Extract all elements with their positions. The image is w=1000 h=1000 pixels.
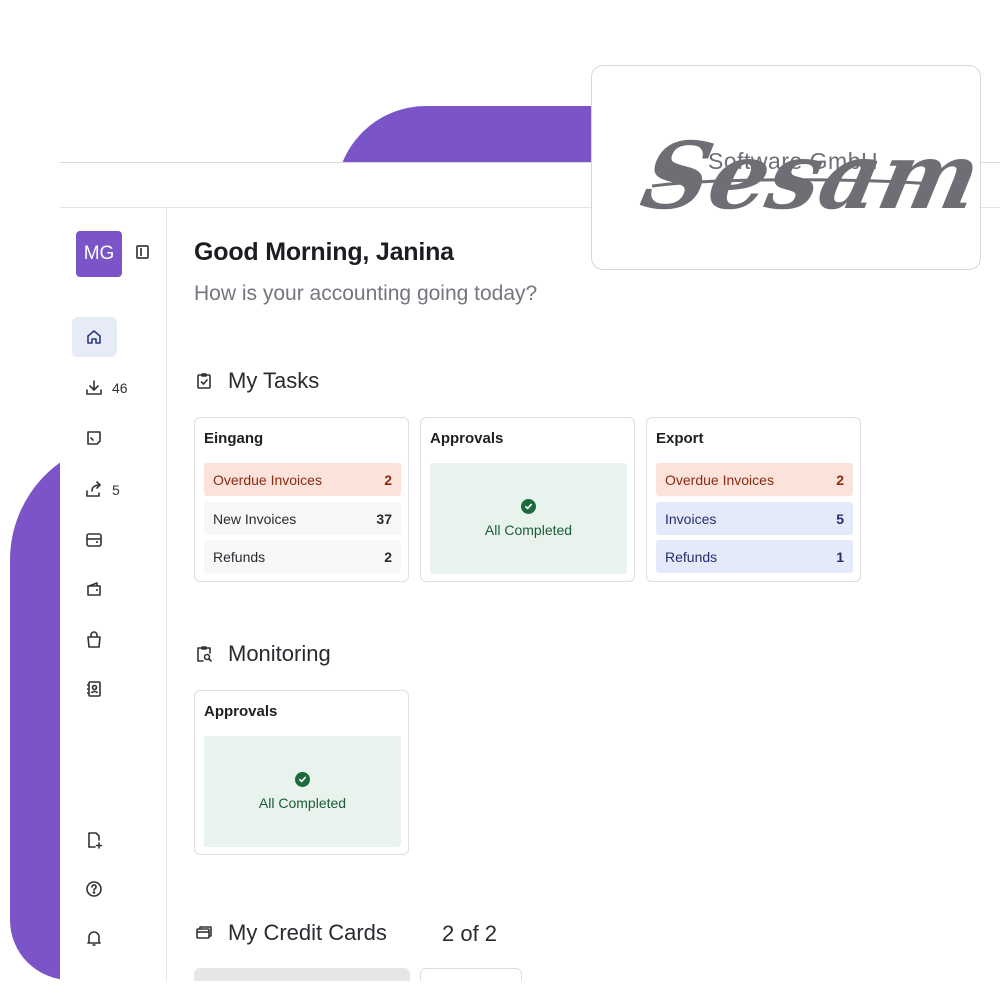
sidebar-item-export[interactable]: 5 — [72, 470, 144, 510]
row-label: Invoices — [665, 510, 717, 527]
row-label: Overdue Invoices — [665, 471, 774, 488]
sidebar-item-shopping[interactable] — [72, 620, 144, 660]
sidebar: MG 46 5 — [60, 208, 167, 981]
avatar[interactable]: MG — [76, 231, 122, 277]
main-content: Good Morning, Janina How is your account… — [194, 208, 1000, 981]
task-card-eingang[interactable]: Eingang Overdue Invoices 2 New Invoices … — [194, 417, 409, 582]
monitoring-card-approvals[interactable]: Approvals All Completed — [194, 690, 409, 855]
task-card-export[interactable]: Export Overdue Invoices 2 Invoices 5 Ref… — [646, 417, 861, 582]
completed-status: All Completed — [430, 463, 627, 574]
export-icon — [86, 481, 101, 497]
cards-stack-icon — [196, 926, 212, 939]
sidebar-item-add-document[interactable] — [72, 820, 144, 860]
status-text: All Completed — [484, 522, 573, 538]
section-title: My Tasks — [228, 368, 320, 393]
task-row-refunds[interactable]: Refunds 1 — [656, 540, 853, 573]
logo-word: Sesam — [633, 122, 982, 230]
shopping-bag-icon — [87, 631, 101, 648]
app-window: MG 46 5 Good Morning, Janina How is your… — [60, 162, 1000, 981]
help-icon — [86, 881, 102, 897]
status-text: All Completed — [258, 795, 347, 811]
task-row-invoices[interactable]: Invoices 5 — [656, 502, 853, 535]
task-row-refunds[interactable]: Refunds 2 — [204, 540, 401, 573]
sidebar-item-approvals[interactable] — [72, 418, 144, 458]
row-count: 5 — [836, 510, 844, 527]
credit-card-preview[interactable] — [420, 968, 522, 981]
clipboard-check-icon — [197, 373, 211, 389]
sidebar-item-help[interactable] — [72, 869, 144, 909]
page-subtitle: How is your accounting going today? — [194, 282, 538, 305]
sidebar-item-home[interactable] — [72, 317, 117, 357]
add-document-icon — [88, 832, 103, 849]
sidebar-item-notifications[interactable] — [72, 918, 144, 958]
approval-icon — [87, 431, 101, 445]
purse-icon — [87, 582, 101, 596]
inbox-download-icon — [86, 380, 102, 395]
sidebar-item-wallet[interactable] — [72, 520, 144, 560]
section-title: Monitoring — [228, 641, 331, 666]
row-label: New Invoices — [213, 510, 297, 527]
company-name: Software GmbH — [708, 148, 879, 174]
wallet-icon — [86, 533, 102, 547]
row-label: Refunds — [213, 548, 266, 565]
row-count: 2 — [384, 548, 392, 565]
card-title: Approvals — [204, 703, 278, 720]
task-row-overdue-invoices[interactable]: Overdue Invoices 2 — [204, 463, 401, 496]
home-icon — [87, 330, 101, 344]
check-circle-icon — [295, 772, 310, 787]
row-count: 37 — [376, 510, 392, 527]
section-my-tasks: My Tasks — [194, 368, 319, 394]
section-credit-cards: My Credit Cards — [194, 920, 387, 946]
clipboard-search-icon — [197, 646, 212, 662]
check-circle-icon — [521, 499, 536, 514]
section-title: My Credit Cards — [228, 920, 387, 945]
card-title: Eingang — [204, 430, 264, 447]
inbox-count: 46 — [112, 380, 128, 396]
sidebar-item-inbox[interactable]: 46 — [72, 368, 144, 408]
bell-icon — [87, 931, 101, 946]
card-title: Export — [656, 430, 704, 447]
sidebar-item-purse[interactable] — [72, 569, 144, 609]
task-row-new-invoices[interactable]: New Invoices 37 — [204, 502, 401, 535]
credit-cards-pager: 2 of 2 — [442, 921, 498, 946]
credit-card-preview[interactable] — [194, 968, 410, 981]
section-monitoring: Monitoring — [194, 641, 331, 667]
task-card-approvals[interactable]: Approvals All Completed — [420, 417, 635, 582]
contacts-icon — [87, 681, 101, 697]
task-row-overdue-invoices[interactable]: Overdue Invoices 2 — [656, 463, 853, 496]
page-title: Good Morning, Janina — [194, 238, 454, 266]
row-label: Overdue Invoices — [213, 471, 322, 488]
card-title: Approvals — [430, 430, 504, 447]
row-count: 2 — [384, 471, 392, 488]
row-label: Refunds — [665, 548, 718, 565]
export-count: 5 — [112, 482, 120, 498]
sidebar-item-contacts[interactable] — [72, 669, 144, 709]
row-count: 2 — [836, 471, 844, 488]
row-count: 1 — [836, 548, 844, 565]
company-logo-card: Sesam Software GmbH — [591, 65, 982, 270]
completed-status: All Completed — [204, 736, 401, 847]
sidebar-collapse-icon[interactable] — [136, 245, 149, 259]
